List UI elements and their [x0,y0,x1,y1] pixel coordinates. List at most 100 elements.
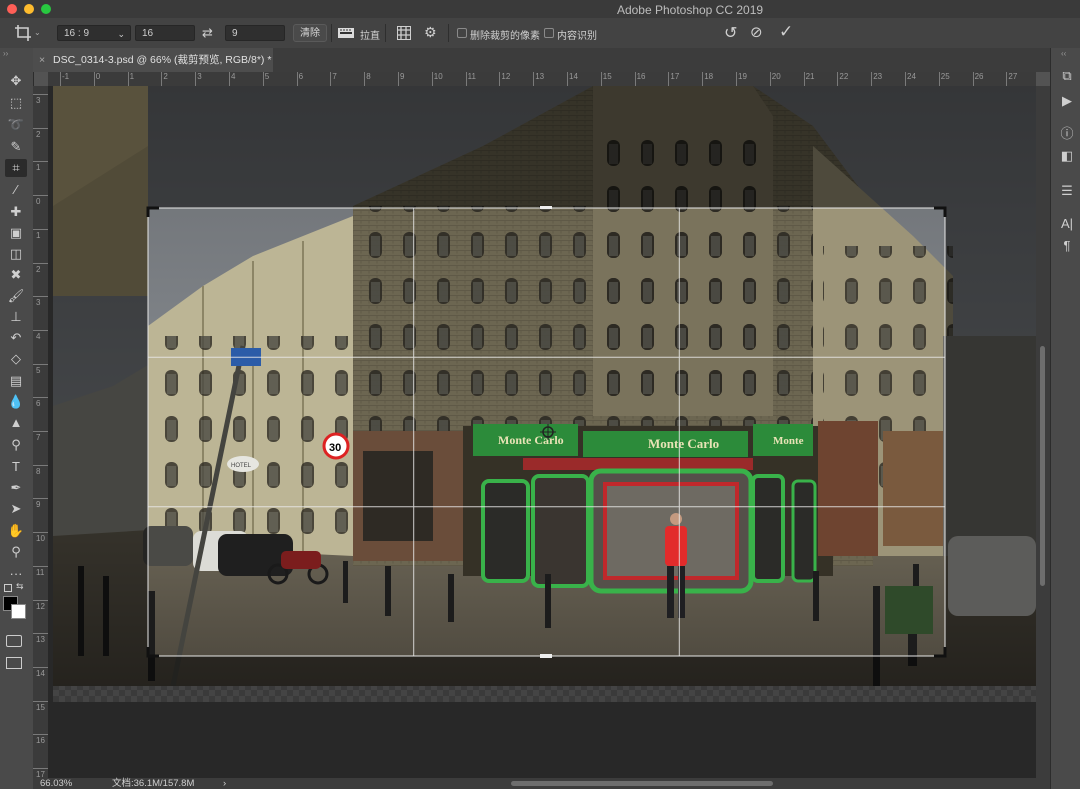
ruler-tick [330,72,332,86]
crop-width-input[interactable]: 16 [135,25,195,41]
move-tool-icon[interactable]: ✥ [5,72,27,90]
screen-mode-icon[interactable] [6,657,22,669]
straighten-icon[interactable] [337,24,355,42]
commit-icon[interactable]: ✓ [779,22,793,42]
ruler-number: 3 [197,72,202,81]
close-tab-icon[interactable]: × [39,48,45,72]
ruler-number: 4 [36,331,41,341]
ruler-number: 6 [298,72,304,81]
ruler-tick [60,72,61,86]
history-brush-tool-icon[interactable]: ↶ [5,329,27,347]
delete-cropped-checkbox[interactable] [457,28,467,38]
marquee-tool-icon[interactable]: ⬚ [5,94,27,112]
ruler-tick [33,363,48,365]
crop-tool-icon[interactable]: ⌗ [5,159,27,177]
actions-panel-icon[interactable]: ▶ [1059,93,1075,109]
ruler-number: 16 [36,736,45,746]
sharpen-tool-icon[interactable]: ▲ [5,414,27,432]
horizontal-ruler[interactable]: -1 0 1 2 3 4 5 6 7 8 9 10 11 12 13 14 15 16 17 18 19 20 21 22 23… [48,72,1036,87]
vertical-scroll-thumb[interactable] [1040,346,1045,586]
ruler-tick [533,72,535,86]
crop-height-input[interactable]: 9 [225,25,285,41]
ruler-number: 11 [467,72,476,81]
status-menu-arrow-icon[interactable]: › [223,778,226,789]
ratio-select[interactable]: 16 : 9 ⌄ [57,25,131,41]
speed-limit-sign: 30 [329,442,341,454]
content-aware-checkbox[interactable] [544,28,554,38]
ruler-number: 27 [1008,72,1018,81]
crop-tool-preset-icon[interactable] [14,24,32,42]
gear-icon[interactable]: ⚙ [424,24,437,41]
ruler-number: -1 [62,72,70,81]
lasso-tool-icon[interactable]: ➰ [5,116,27,134]
ruler-tick [93,72,95,86]
content-aware-label: 内容识别 [557,31,597,42]
ruler-number: 0 [95,72,101,81]
ruler-number: 2 [163,72,168,81]
horizontal-scroll-thumb[interactable] [511,781,773,786]
ruler-tick [499,72,501,86]
collapse-arrows-icon[interactable]: ‹‹ [1061,49,1066,58]
clear-button[interactable]: 清除 [293,24,327,42]
document-tab[interactable]: × DSC_0314-3.psd @ 66% (裁剪预览, RGB/8*) * [33,48,273,72]
swatches-panel-icon[interactable]: ◧ [1059,148,1075,164]
pen-tool-icon[interactable]: ✒ [5,479,27,497]
separator [448,24,449,42]
quick-select-tool-icon[interactable]: ✎ [5,138,27,156]
character-panel-icon[interactable]: A| [1059,216,1075,232]
content-aware-move-tool-icon[interactable]: ✖ [5,266,27,284]
eraser-tool-icon[interactable]: ◇ [5,350,27,368]
swap-dimensions-icon[interactable]: ⇄ [202,25,213,41]
ruler-tick [33,127,48,129]
ruler-tick [33,329,48,331]
zoom-level[interactable]: 66.03% [40,778,72,789]
ruler-number: 7 [36,433,41,442]
quick-mask-icon[interactable] [6,635,22,647]
blur-tool-icon[interactable]: 💧 [5,393,27,411]
healing-brush-tool-icon[interactable]: ✚ [5,203,27,221]
canvas-area[interactable]: Monte Carlo Monte Carlo Monte 30 HOTEL [48,86,1036,778]
ruler-number: 0 [36,197,41,207]
grid-overlay-icon[interactable] [396,25,412,41]
info-panel-icon[interactable]: ⓘ [1059,126,1075,142]
ruler-tick [33,633,48,635]
crop-preview-photo[interactable]: Monte Carlo Monte Carlo Monte 30 HOTEL [53,86,1036,686]
paragraph-panel-icon[interactable]: ¶ [1059,238,1075,254]
properties-panel-icon[interactable]: ☰ [1059,183,1075,199]
history-panel-icon[interactable]: ⧉ [1059,68,1075,84]
type-tool-icon[interactable]: T [5,458,27,476]
ruler-tick [431,72,433,86]
ruler-number: 20 [771,72,781,81]
ruler-number: 5 [264,72,270,81]
ruler-tick [736,72,737,86]
clone-stamp-tool-icon[interactable]: ⊥ [5,308,27,326]
straighten-label[interactable]: 拉直 [360,27,380,42]
reset-icon[interactable]: ↺ [724,23,737,43]
ruler-tick [262,72,264,86]
zoom-tool-icon[interactable]: ⚲ [5,543,27,561]
hand-tool-icon[interactable]: ✋ [5,522,27,540]
ruler-number: 11 [36,567,45,577]
vertical-scrollbar[interactable] [1036,86,1050,778]
dodge-tool-icon[interactable]: ⚲ [5,436,27,454]
ruler-tick [33,431,48,432]
collapse-arrows-icon[interactable]: ›› [3,49,8,58]
path-select-tool-icon[interactable]: ➤ [5,500,27,518]
eyedropper-tool-icon[interactable]: ⁄ [5,181,27,199]
swap-colors-icon[interactable]: ⇆ [16,581,24,592]
status-bar: 66.03% 文档:36.1M/157.8M › [33,778,1050,789]
separator [331,24,332,42]
ratio-select-value: 16 : 9 [64,28,90,39]
cancel-icon[interactable]: ⊘ [750,23,763,41]
gradient-tool-icon[interactable]: ▤ [5,372,27,390]
vertical-ruler[interactable]: 3 2 1 0 1 2 3 4 5 6 7 8 9 10 11 12 13 14 15 16 17 [33,86,49,778]
preset-dropdown-icon[interactable]: ⌄ [34,28,41,37]
brush-tool-icon[interactable]: 🖌 [5,287,27,305]
default-colors-icon[interactable] [4,584,12,592]
background-color-swatch[interactable] [11,604,26,619]
patch-tool-icon[interactable]: ▣ [5,224,27,242]
title-bar: Adobe Photoshop CC 2019 [0,0,1080,18]
object-select-tool-icon[interactable]: ◫ [5,245,27,263]
options-bar: ⌄ 16 : 9 ⌄ 16 ⇄ 9 清除 拉直 ⚙ 删除裁剪的像素 内容识别 ↺… [0,18,1080,49]
ruler-number: 16 [636,72,646,81]
